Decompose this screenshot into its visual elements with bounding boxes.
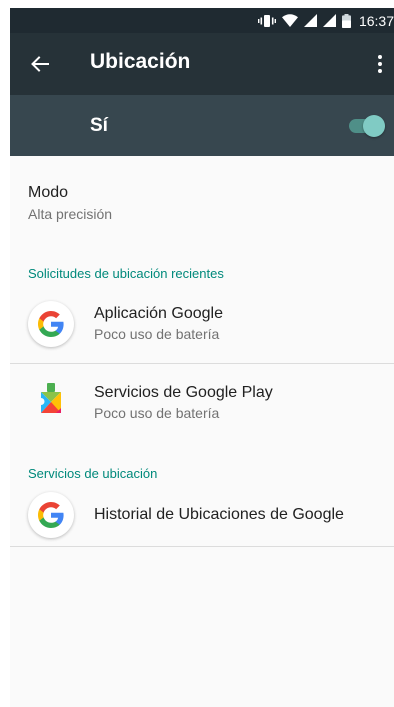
vibrate-icon xyxy=(257,14,276,28)
master-switch-label: Sí xyxy=(90,115,108,136)
page-title: Ubicación xyxy=(90,50,191,73)
google-g-icon xyxy=(28,301,74,347)
mode-summary: Alta precisión xyxy=(28,206,113,222)
app-summary: Poco uso de batería xyxy=(94,405,220,421)
location-master-switch-bar[interactable]: Sí xyxy=(10,95,394,156)
mode-preference[interactable]: Modo Alta precisión xyxy=(28,184,112,222)
google-play-services-icon xyxy=(31,380,71,420)
location-settings-screen: 16:37 Ubicación Sí Modo Alta precisión S… xyxy=(10,8,394,707)
settings-content: Modo Alta precisión Solicitudes de ubica… xyxy=(10,156,394,707)
mode-title: Modo xyxy=(28,184,69,201)
divider xyxy=(10,546,394,547)
wifi-icon xyxy=(281,14,298,27)
list-item-google-app[interactable]: Aplicación Google Poco uso de batería xyxy=(10,288,394,364)
app-bar: Ubicación xyxy=(10,33,394,95)
status-clock: 16:37 xyxy=(358,12,394,29)
google-app-text: Aplicación Google Poco uso de batería xyxy=(94,305,223,342)
more-vert-icon[interactable] xyxy=(368,47,392,81)
play-services-text: Servicios de Google Play Poco uso de bat… xyxy=(94,384,273,421)
battery-icon xyxy=(341,13,351,28)
cell-signal-icon xyxy=(303,14,317,27)
recent-requests-header: Solicitudes de ubicación recientes xyxy=(28,266,224,281)
status-icons: 16:37 xyxy=(257,8,394,33)
cell-signal-2-icon xyxy=(322,14,336,27)
google-g-icon xyxy=(28,492,74,538)
location-toggle-switch[interactable] xyxy=(347,114,385,138)
app-summary: Poco uso de batería xyxy=(94,326,220,342)
location-history-text: Historial de Ubicaciones de Google xyxy=(94,506,344,524)
status-bar: 16:37 xyxy=(10,8,394,33)
list-item-location-history[interactable]: Historial de Ubicaciones de Google xyxy=(10,486,394,546)
app-title: Historial de Ubicaciones de Google xyxy=(94,506,344,523)
location-services-header: Servicios de ubicación xyxy=(28,466,158,481)
app-title: Aplicación Google xyxy=(94,305,223,322)
arrow-back-icon[interactable] xyxy=(23,47,57,81)
list-item-google-play-services[interactable]: Servicios de Google Play Poco uso de bat… xyxy=(10,364,394,444)
app-title: Servicios de Google Play xyxy=(94,384,273,401)
switch-thumb xyxy=(363,115,385,137)
